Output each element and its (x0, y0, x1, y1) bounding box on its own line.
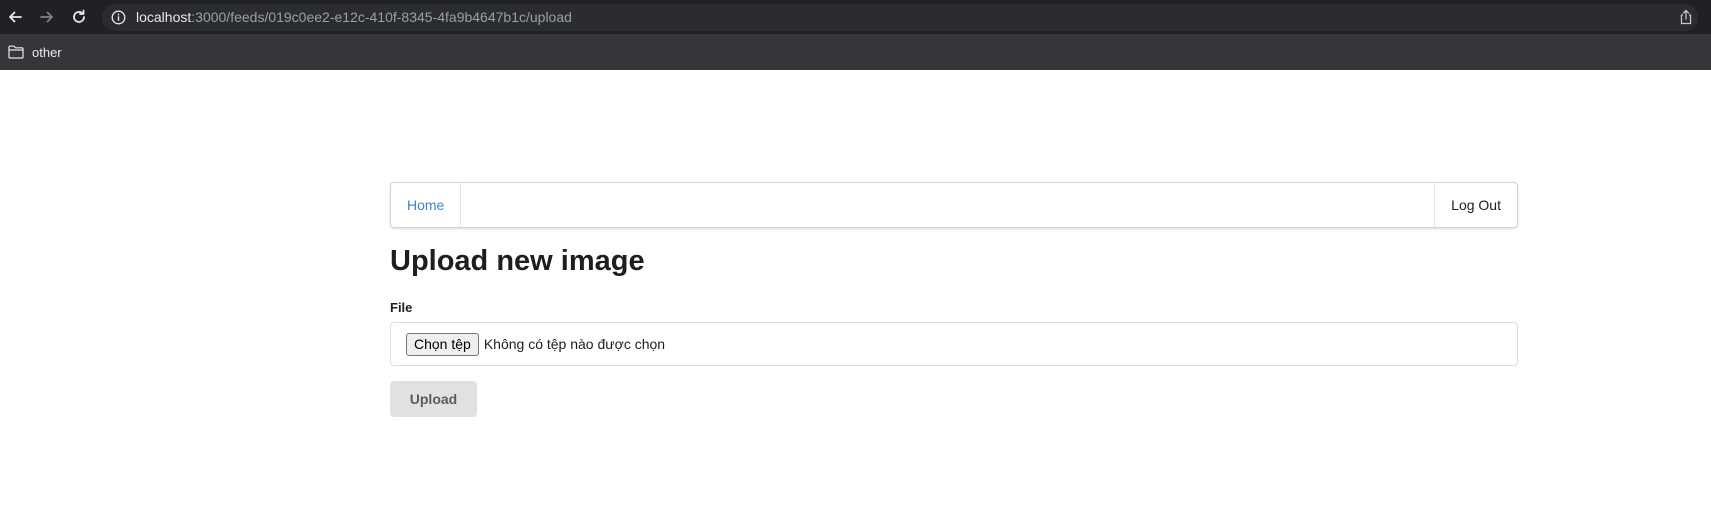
reload-button[interactable] (69, 7, 89, 27)
upload-button[interactable]: Upload (390, 381, 477, 417)
url-text: localhost:3000/feeds/019c0ee2-e12c-410f-… (136, 9, 572, 26)
menu-spacer (461, 183, 1434, 227)
file-status-text: Không có tệp nào được chọn (483, 336, 666, 352)
bookmark-folder-other[interactable]: other (8, 42, 62, 62)
browser-toolbar: localhost:3000/feeds/019c0ee2-e12c-410f-… (0, 0, 1711, 34)
top-menu: Home Log Out (390, 182, 1518, 228)
folder-icon (8, 45, 24, 59)
forward-button[interactable] (37, 7, 57, 27)
back-button[interactable] (5, 7, 25, 27)
info-icon[interactable] (111, 10, 126, 25)
address-bar[interactable]: localhost:3000/feeds/019c0ee2-e12c-410f-… (102, 4, 1698, 31)
reload-icon (73, 9, 85, 23)
logout-link[interactable]: Log Out (1434, 183, 1517, 227)
file-field-label: File (390, 300, 413, 315)
file-input[interactable]: Chọn tệp Không có tệp nào được chọn (390, 322, 1518, 366)
page-content: Home Log Out Upload new image File Chọn … (390, 182, 1518, 417)
page-title: Upload new image (390, 245, 645, 277)
choose-file-button[interactable]: Chọn tệp (406, 332, 479, 356)
bookmark-label: other (32, 44, 62, 60)
url-path: :3000/feeds/019c0ee2-e12c-410f-8345-4fa9… (191, 9, 572, 25)
nav-home-link[interactable]: Home (391, 183, 462, 227)
arrow-right-icon (40, 11, 53, 23)
share-icon[interactable] (1678, 9, 1694, 25)
arrow-left-icon (9, 11, 22, 23)
bookmarks-bar: other (0, 34, 1711, 70)
url-host: localhost (136, 9, 192, 25)
